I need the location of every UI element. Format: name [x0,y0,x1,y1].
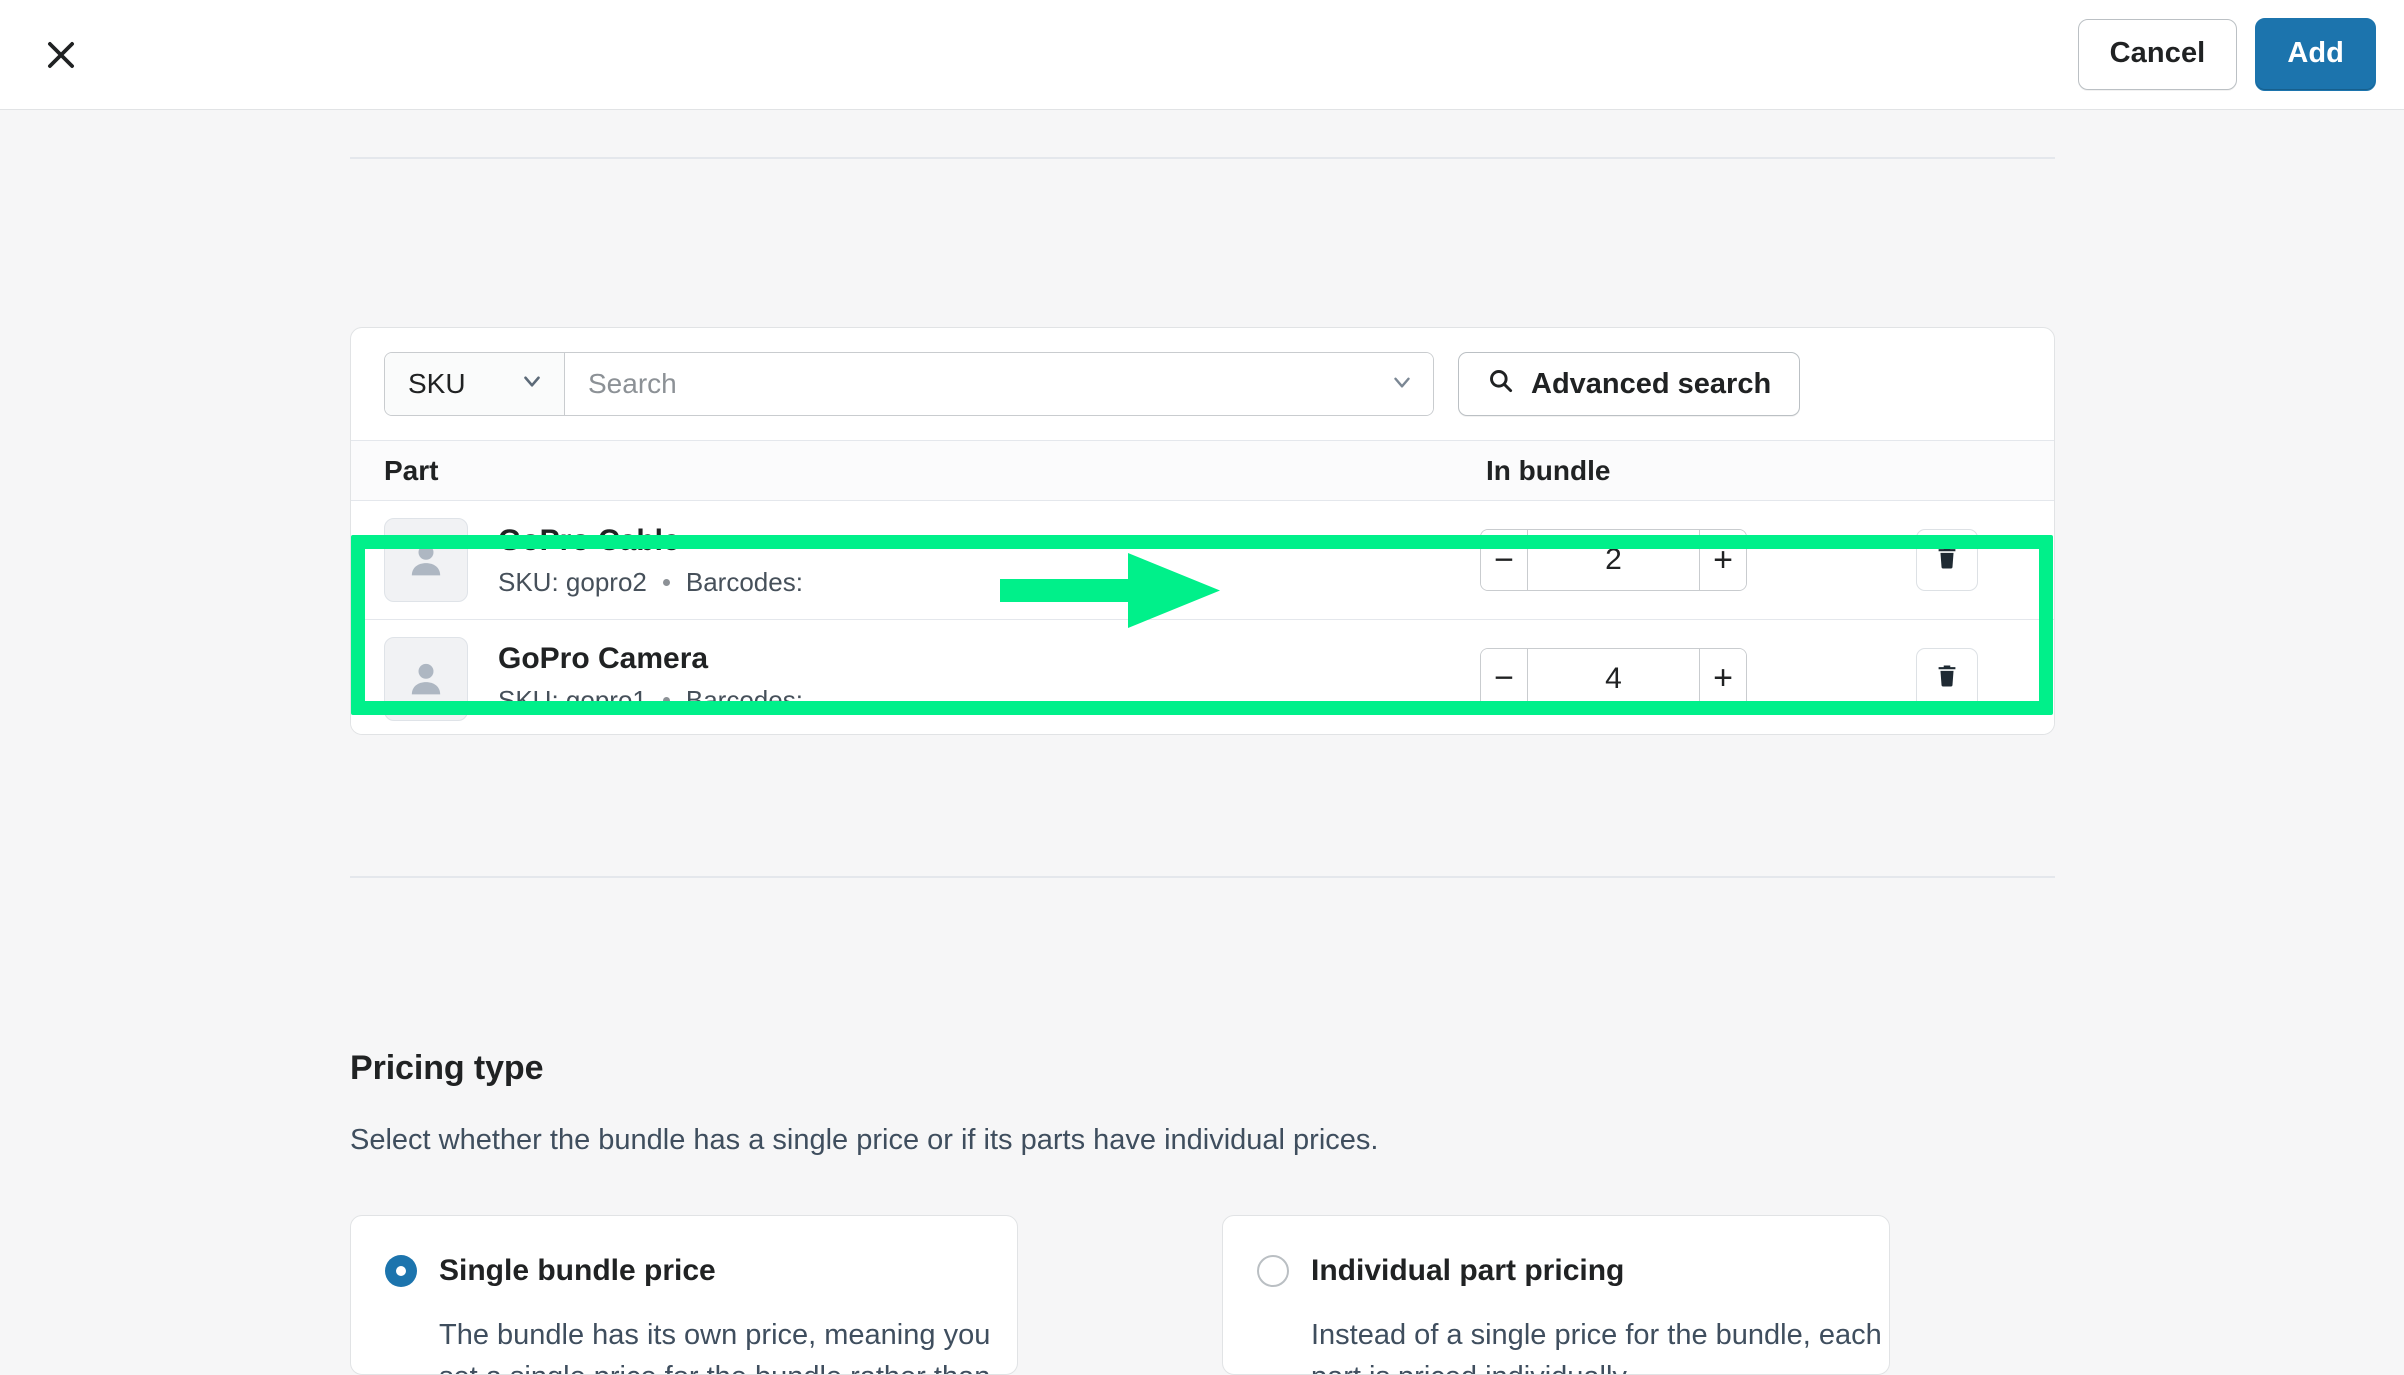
quantity-decrement-button[interactable]: − [1481,648,1528,709]
parts-card: SKU Search Advanced search Part In bundl… [350,327,2055,735]
pricing-section-title: Pricing type [350,1049,544,1087]
quantity-increment-button[interactable]: + [1699,530,1746,590]
chevron-down-icon [519,368,545,401]
pricing-option-label: Individual part pricing [1311,1254,1625,1287]
radio-single-bundle-price[interactable] [385,1254,417,1287]
part-info: GoPro Cable SKU: gopro2 Barcodes: [498,524,803,597]
advanced-search-button[interactable]: Advanced search [1458,352,1801,416]
table-row[interactable]: GoPro Cable SKU: gopro2 Barcodes: − 2 + [351,501,2054,619]
pricing-section-description: Select whether the bundle has a single p… [350,1124,1379,1156]
trash-icon [1933,544,1961,577]
part-name: GoPro Camera [498,642,709,676]
column-header-part: Part [384,454,439,486]
close-icon [42,36,80,74]
pricing-option-header: Individual part pricing [1257,1254,1853,1287]
part-meta: SKU: gopro2 Barcodes: [498,568,803,597]
chevron-down-icon[interactable] [1389,369,1415,400]
part-info: GoPro Camera SKU: gopro1 Barcodes: [498,642,803,715]
pricing-option-single-bundle-price[interactable]: Single bundle price The bundle has its o… [350,1215,1018,1375]
parts-table-header: Part In bundle [351,440,2054,500]
header-actions: Cancel Add [2077,18,2376,91]
part-meta: SKU: gopro1 Barcodes: [498,686,803,715]
advanced-search-label: Advanced search [1531,367,1772,400]
pricing-option-header: Single bundle price [385,1254,981,1287]
quantity-value[interactable]: 2 [1528,530,1699,590]
radio-individual-part-pricing[interactable] [1257,1254,1289,1287]
divider-middle [350,876,2055,878]
table-row[interactable]: GoPro Camera SKU: gopro1 Barcodes: − 4 + [351,619,2054,734]
close-button[interactable] [30,24,92,86]
search-filter-value: SKU [408,368,466,399]
pricing-option-description: Instead of a single price for the bundle… [1311,1319,1882,1374]
pricing-option-individual-part-pricing[interactable]: Individual part pricing Instead of a sin… [1222,1215,1890,1375]
search-filter-select[interactable]: SKU [385,353,565,415]
separator-dot [662,578,670,586]
pricing-option-description: The bundle has its own price, meaning yo… [439,1319,991,1374]
quantity-increment-button[interactable]: + [1699,648,1746,709]
modal-body: Parts SKU Search [0,111,2404,1375]
delete-part-button[interactable] [1916,647,1978,710]
person-placeholder-icon [384,518,468,602]
quantity-stepper[interactable]: − 4 + [1480,647,1747,710]
search-icon [1487,367,1514,402]
part-sku: SKU: gopro1 [498,685,647,716]
quantity-value[interactable]: 4 [1528,648,1699,709]
part-name: GoPro Cable [498,523,680,557]
parts-table-body: GoPro Cable SKU: gopro2 Barcodes: − 2 + [351,500,2054,734]
search-input-placeholder: Search [588,368,677,399]
search-input[interactable]: Search [565,353,1433,415]
part-barcodes: Barcodes: [685,566,803,597]
quantity-stepper[interactable]: − 2 + [1480,529,1747,591]
person-placeholder-icon [384,636,468,721]
column-header-in-bundle: In bundle [1486,454,1611,486]
search-combo: SKU Search [384,352,1434,416]
quantity-decrement-button[interactable]: − [1481,530,1528,590]
parts-search-row: SKU Search Advanced search [351,328,2054,440]
modal-header: Cancel Add [0,0,2404,110]
pricing-option-label: Single bundle price [439,1254,716,1287]
separator-dot [662,697,670,704]
add-button[interactable]: Add [2255,18,2376,91]
delete-part-button[interactable] [1916,529,1978,591]
part-barcodes: Barcodes: [685,685,803,716]
trash-icon [1933,662,1961,695]
cancel-button[interactable]: Cancel [2077,19,2238,90]
part-sku: SKU: gopro2 [498,566,647,597]
divider-top [350,157,2055,159]
